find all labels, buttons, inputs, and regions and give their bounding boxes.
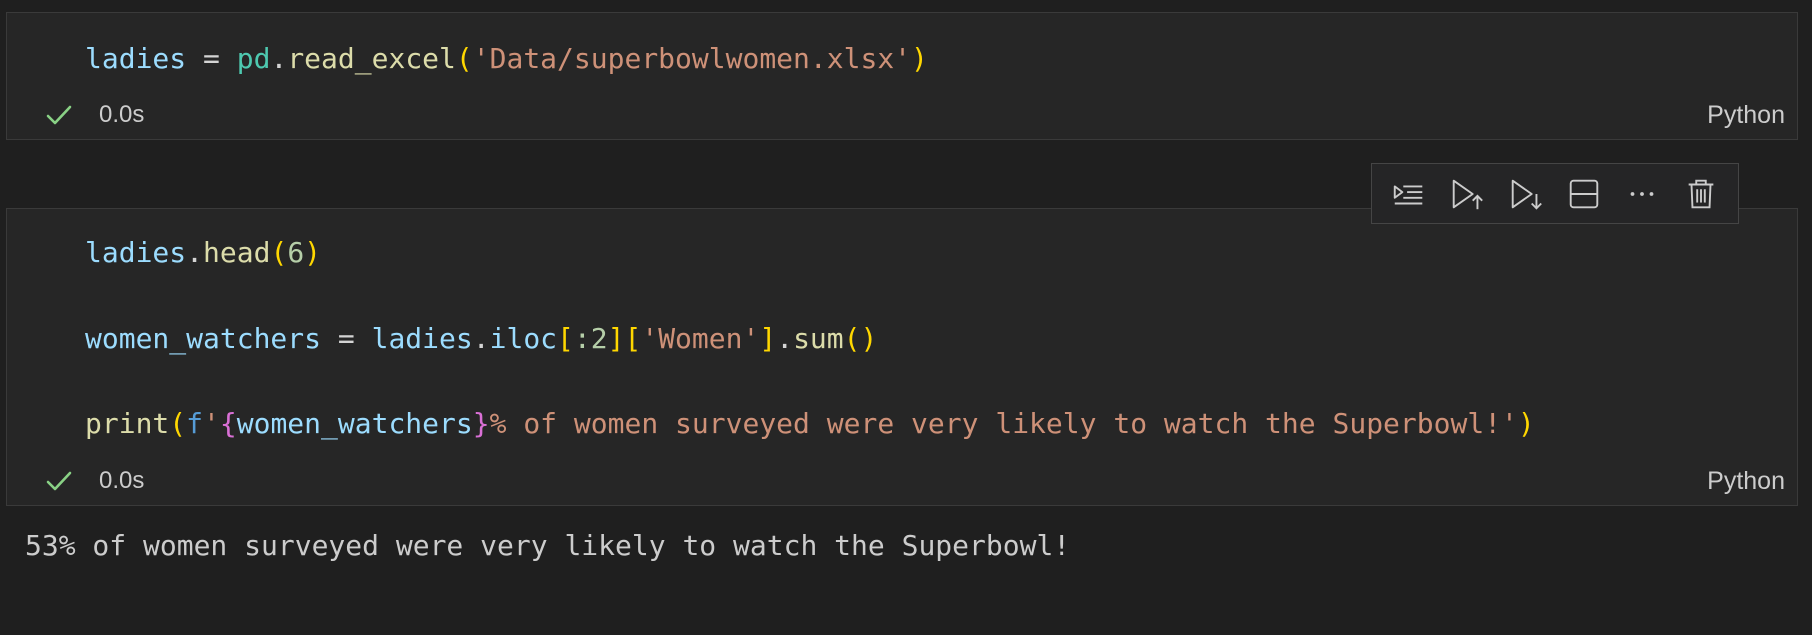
code-line[interactable]: women_watchers = ladies.iloc[:2]['Women'… (85, 321, 877, 357)
code-token-module: pd (236, 42, 271, 75)
code-token-bracket: ] (607, 322, 625, 355)
code-token-fstring-prefix: f (186, 407, 204, 440)
code-token-string: % of women surveyed were very likely to … (489, 407, 1518, 440)
code-token-dot: . (186, 236, 204, 269)
execution-time: 0.0s (99, 101, 145, 128)
code-token-operator: = (186, 42, 237, 75)
execute-above-cells-icon (1393, 184, 1423, 204)
more-actions-button[interactable] (1618, 170, 1666, 218)
code-token-dot: . (270, 42, 288, 75)
delete-cell-icon (1688, 179, 1714, 208)
code-token-string: 'Women' (641, 322, 760, 355)
code-token-attribute: iloc (489, 322, 558, 355)
code-token-variable: women_watchers (85, 322, 322, 355)
code-token-paren: ( (169, 407, 187, 440)
code-token-variable: ladies (85, 236, 187, 269)
code-line[interactable]: print(f'{women_watchers}% of women surve… (85, 406, 1535, 442)
code-token-paren: ) (911, 42, 928, 75)
code-cell-2[interactable]: ladies.head(6) women_watchers = ladies.i… (6, 208, 1798, 506)
run-below-button[interactable] (1502, 170, 1550, 218)
cell-output: 53% of women surveyed were very likely t… (25, 529, 1071, 562)
cell-status-bar: 0.0s Python (7, 95, 1797, 139)
split-cell-icon (1569, 179, 1599, 208)
execute-above-cells-button[interactable] (1385, 170, 1433, 218)
code-token-brace: } (472, 407, 490, 440)
check-icon (46, 105, 72, 125)
code-token-dot: . (472, 322, 490, 355)
code-token-paren: ( (455, 42, 473, 75)
code-line[interactable]: ladies.head(6) (85, 235, 321, 271)
code-line[interactable]: ladies = pd.read_excel('Data/superbowlwo… (85, 41, 928, 77)
code-token-variable: ladies (371, 322, 473, 355)
code-token-function: sum (793, 322, 844, 355)
check-icon (46, 471, 72, 491)
code-token-paren: () (843, 322, 878, 355)
code-token-dot: . (776, 322, 794, 355)
code-token-bracket: [ (557, 322, 574, 355)
code-token-function: read_excel (287, 42, 456, 75)
code-token-function: print (85, 407, 170, 440)
code-token-string: ' (203, 407, 220, 440)
code-token-variable: ladies (85, 42, 187, 75)
cell-toolbar (1371, 163, 1739, 224)
more-actions-icon (1631, 191, 1654, 196)
execution-time: 0.0s (99, 467, 145, 494)
code-token-string: 'Data/superbowlwomen.xlsx' (472, 42, 912, 75)
run-above-button[interactable] (1443, 170, 1491, 218)
language-selector[interactable]: Python (1707, 101, 1785, 130)
code-token-slice: :2 (573, 322, 608, 355)
code-token-brace: { (219, 407, 237, 440)
delete-cell-button[interactable] (1677, 170, 1725, 218)
code-token-bracket: ] (759, 322, 777, 355)
run-below-icon (1511, 179, 1542, 210)
code-token-variable: women_watchers (236, 407, 473, 440)
code-token-bracket: [ (624, 322, 642, 355)
cell-status-bar: 0.0s Python (7, 461, 1797, 505)
run-above-icon (1453, 179, 1484, 209)
code-token-number: 6 (287, 236, 305, 269)
code-token-paren: ) (1517, 407, 1535, 440)
code-token-paren: ( (270, 236, 288, 269)
language-selector[interactable]: Python (1707, 467, 1785, 496)
code-token-paren: ) (304, 236, 322, 269)
split-cell-button[interactable] (1560, 170, 1608, 218)
code-token-function: head (203, 236, 271, 269)
code-token-operator: = (321, 322, 372, 355)
code-cell-1[interactable]: ladies = pd.read_excel('Data/superbowlwo… (6, 12, 1798, 140)
